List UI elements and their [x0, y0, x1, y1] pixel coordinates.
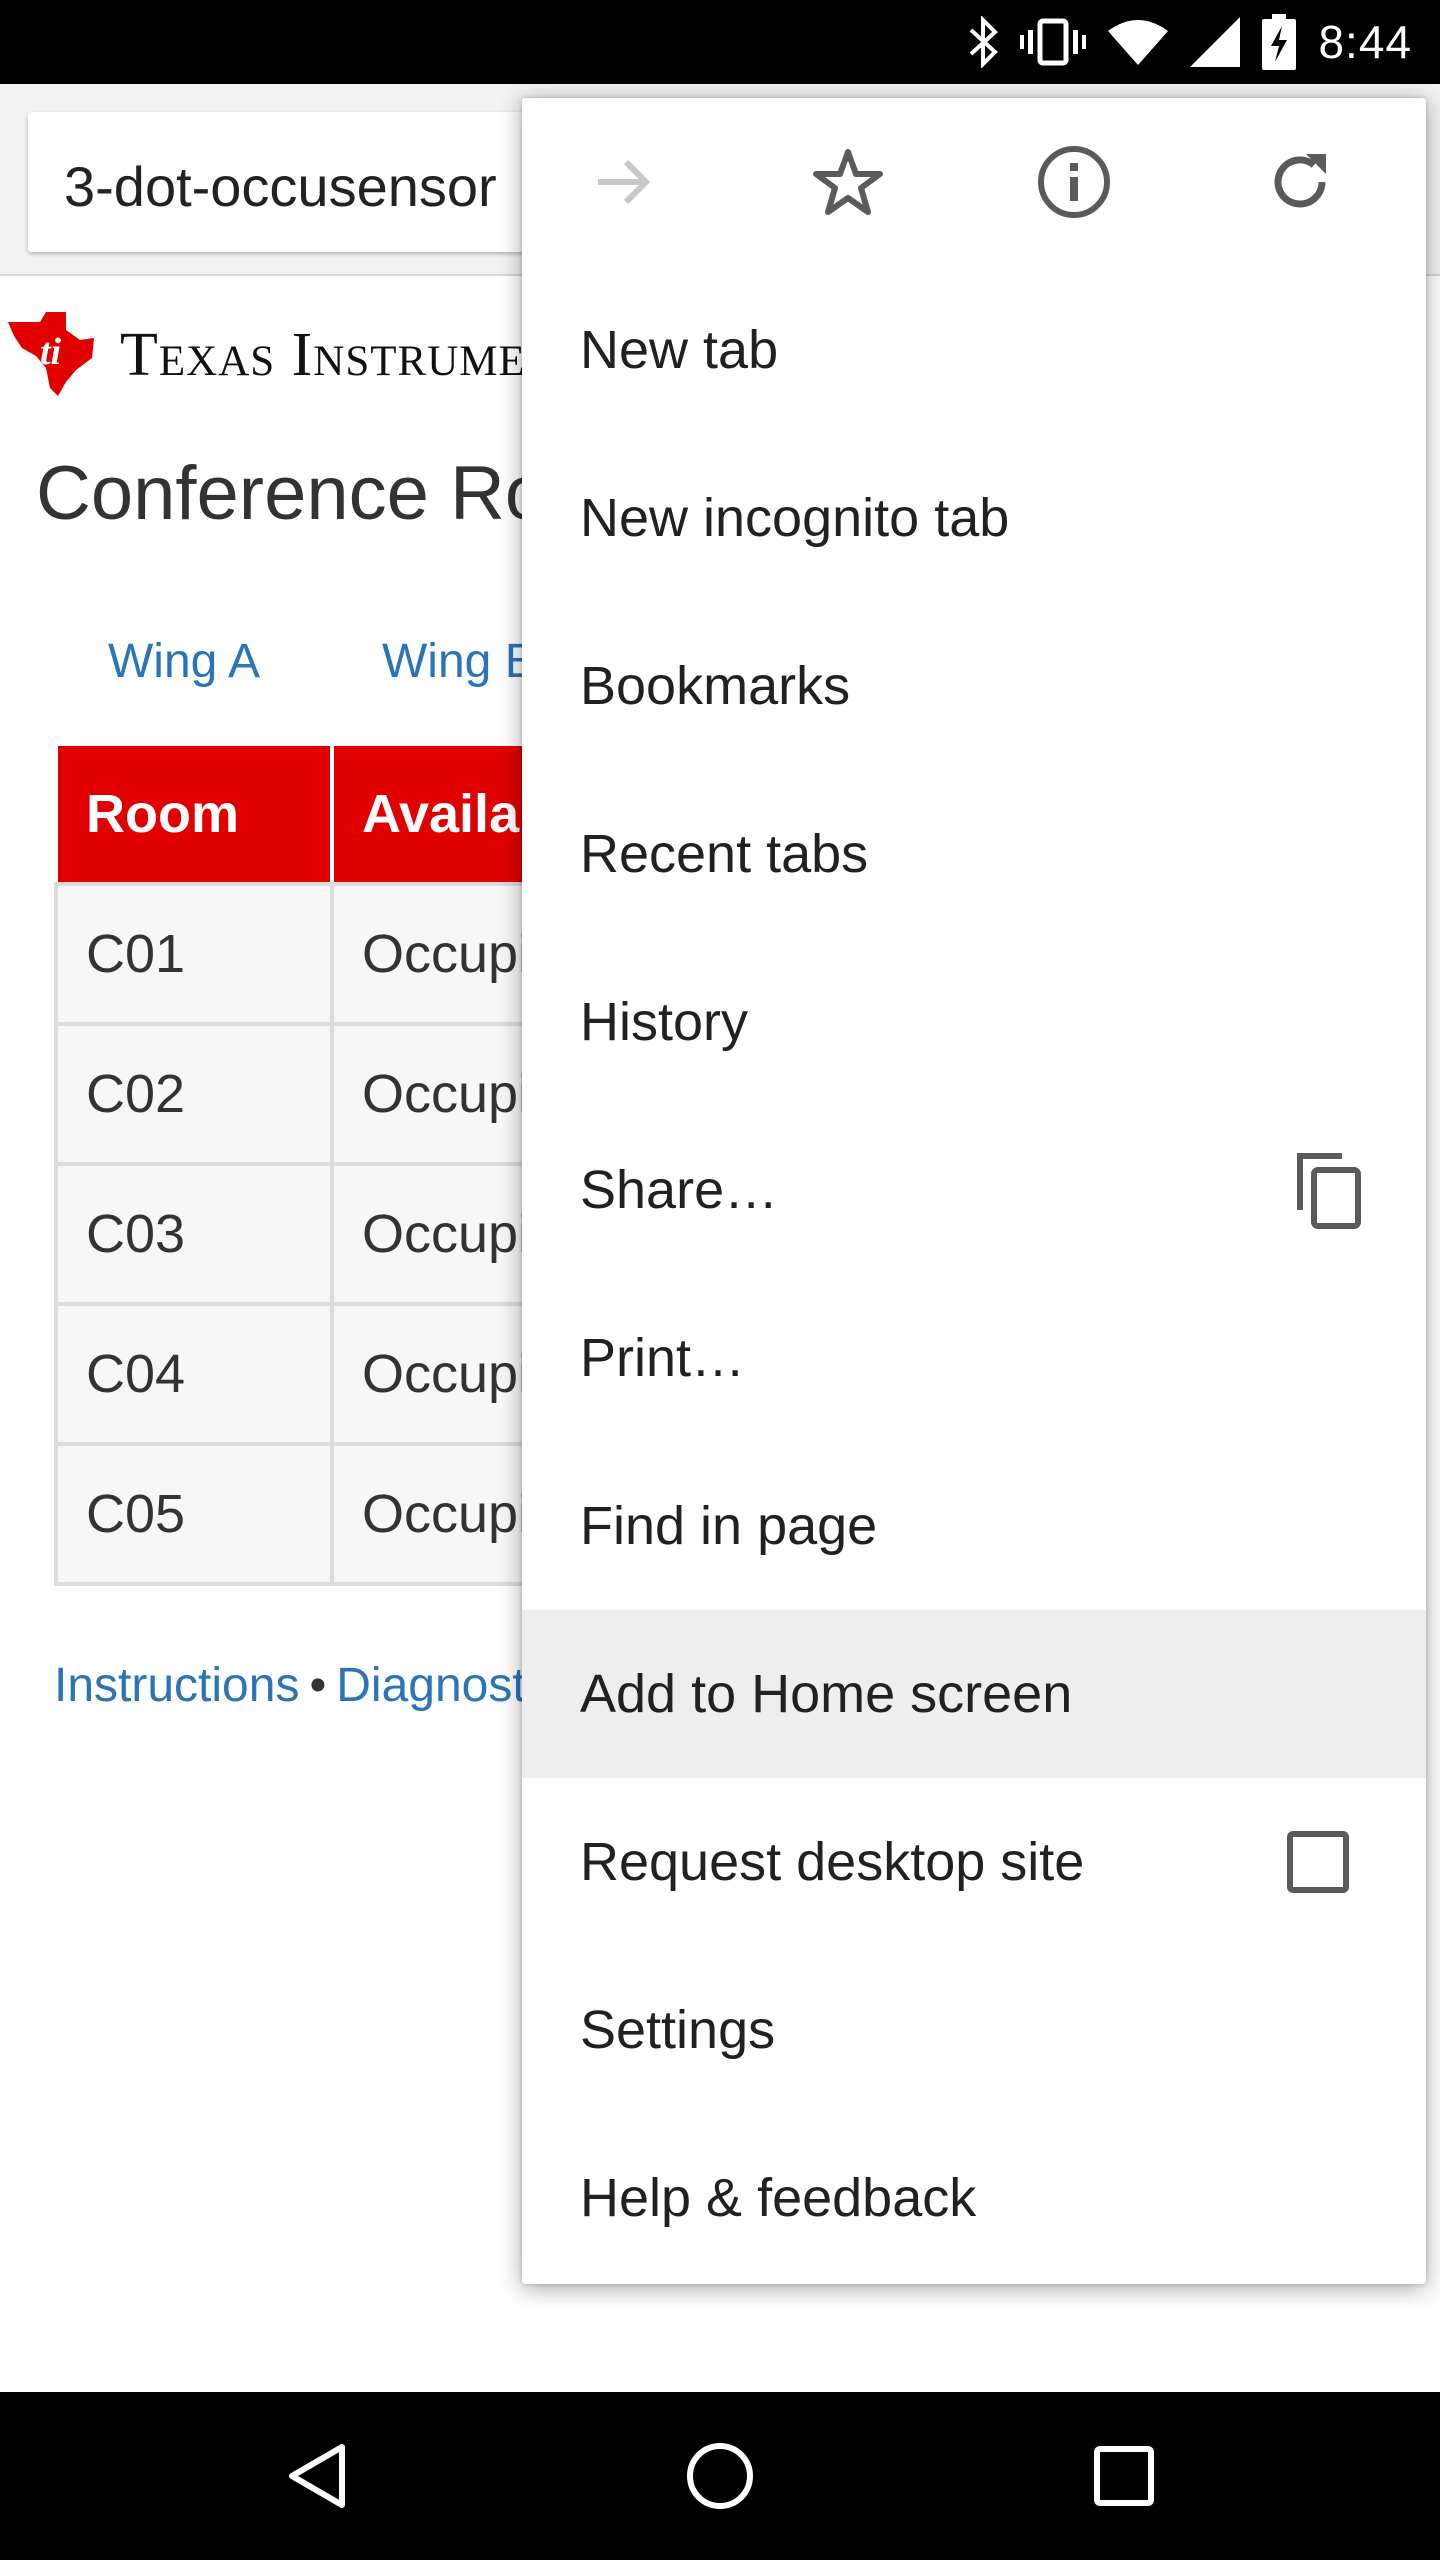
cell-signal-icon	[1190, 17, 1241, 67]
wifi-icon	[1108, 19, 1169, 65]
menu-item-settings[interactable]: Settings	[522, 1946, 1426, 2114]
room-cell: C04	[54, 1302, 334, 1446]
forward-arrow-icon[interactable]	[576, 134, 672, 230]
battery-charging-icon	[1262, 14, 1297, 70]
recents-square-icon[interactable]	[1074, 2426, 1174, 2526]
url-text[interactable]: 3-dot-occusensor	[64, 154, 497, 219]
menu-item-label: Help & feedback	[580, 2168, 977, 2228]
status-bar: 8:44	[0, 0, 1440, 84]
bluetooth-icon	[968, 16, 999, 68]
vibrate-icon	[1020, 17, 1087, 67]
desktop-site-checkbox[interactable]	[1286, 1830, 1350, 1894]
menu-item-new-tab[interactable]: New tab	[522, 266, 1426, 434]
menu-item-request-desktop-site[interactable]: Request desktop site	[522, 1778, 1426, 1946]
menu-item-label: History	[580, 992, 749, 1052]
ti-logo[interactable]: ti Texas Instruments	[6, 308, 610, 403]
menu-item-label: Recent tabs	[580, 824, 869, 884]
menu-item-help-feedback[interactable]: Help & feedback	[522, 2114, 1426, 2282]
copy-icon[interactable]	[1294, 1150, 1364, 1230]
menu-item-label: Request desktop site	[580, 1832, 1085, 1892]
menu-item-label: Share…	[580, 1160, 779, 1220]
menu-item-label: Print…	[580, 1328, 746, 1388]
home-circle-icon[interactable]	[670, 2426, 770, 2526]
room-cell: C05	[54, 1442, 334, 1586]
reload-icon[interactable]	[1252, 134, 1348, 230]
footer-links: Instructions • Diagnostics	[54, 1658, 584, 1713]
room-cell: C03	[54, 1162, 334, 1306]
svg-text:ti: ti	[40, 331, 62, 373]
menu-item-recent-tabs[interactable]: Recent tabs	[522, 770, 1426, 938]
menu-item-history[interactable]: History	[522, 938, 1426, 1106]
menu-item-label: New incognito tab	[580, 488, 1010, 548]
menu-item-label: Bookmarks	[580, 656, 851, 716]
page-info-icon[interactable]	[1026, 134, 1122, 230]
bookmark-star-icon[interactable]	[800, 134, 896, 230]
menu-item-add-to-home-screen[interactable]: Add to Home screen	[522, 1610, 1426, 1778]
room-cell: C01	[54, 882, 334, 1026]
table-header-room: Room	[54, 742, 334, 886]
menu-item-print[interactable]: Print…	[522, 1274, 1426, 1442]
menu-item-share[interactable]: Share…	[522, 1106, 1426, 1274]
menu-item-label: Add to Home screen	[580, 1664, 1073, 1724]
back-triangle-icon[interactable]	[266, 2426, 366, 2526]
menu-item-label: New tab	[580, 320, 779, 380]
footer-separator: •	[309, 1659, 327, 1712]
system-nav-bar	[0, 2392, 1440, 2560]
menu-icon-row	[522, 98, 1426, 266]
menu-item-label: Settings	[580, 2000, 776, 2060]
menu-item-bookmarks[interactable]: Bookmarks	[522, 602, 1426, 770]
menu-item-label: Find in page	[580, 1496, 878, 1556]
status-time: 8:44	[1318, 16, 1412, 68]
instructions-link[interactable]: Instructions	[54, 1659, 299, 1712]
tab-wing-b[interactable]: Wing B	[382, 634, 537, 689]
ti-logo-icon: ti	[6, 308, 98, 403]
menu-item-find-in-page[interactable]: Find in page	[522, 1442, 1426, 1610]
status-icons: 8:44	[968, 0, 1412, 84]
menu-item-new-incognito-tab[interactable]: New incognito tab	[522, 434, 1426, 602]
room-cell: C02	[54, 1022, 334, 1166]
browser-overflow-menu: New tab New incognito tab Bookmarks Rece…	[522, 98, 1426, 2284]
tab-wing-a[interactable]: Wing A	[108, 634, 260, 689]
